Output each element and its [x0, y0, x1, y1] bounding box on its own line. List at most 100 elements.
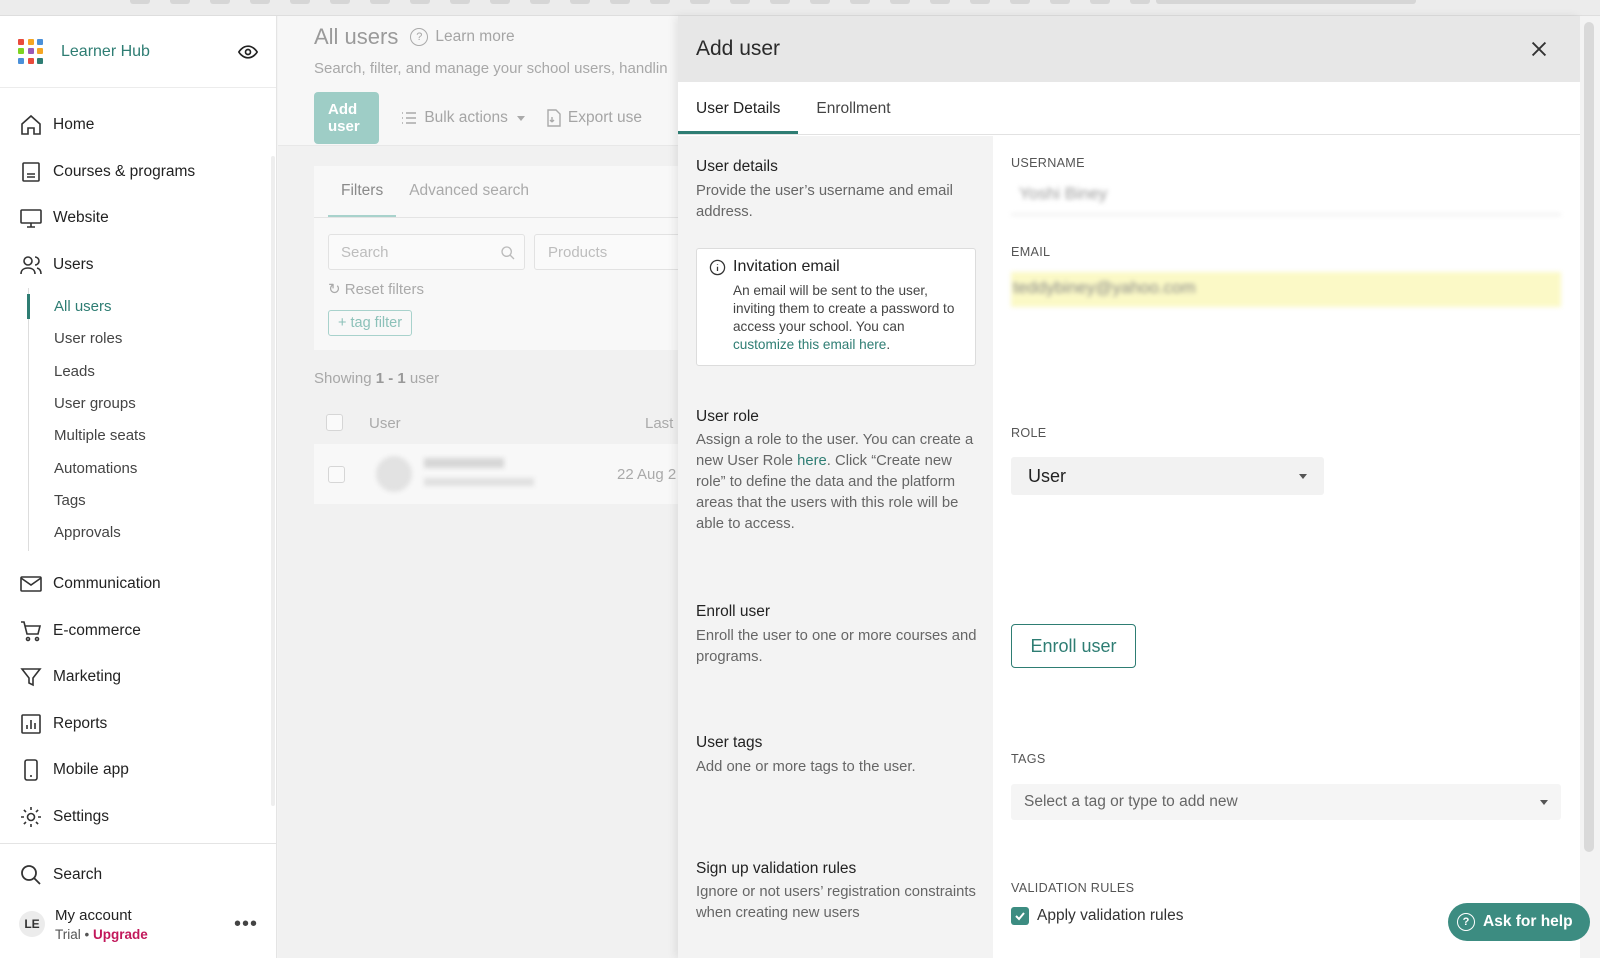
- ask-for-help-button[interactable]: ? Ask for help: [1448, 903, 1590, 941]
- add-user-button[interactable]: Add user: [314, 92, 380, 144]
- section-title-user-tags: User tags: [696, 734, 763, 751]
- export-button[interactable]: Export use: [547, 109, 642, 127]
- form-fields: USERNAME Yoshi Biney EMAIL teddybiney@ya…: [993, 136, 1580, 958]
- subnav-approvals[interactable]: Approvals: [29, 516, 276, 548]
- email-input[interactable]: teddybiney@yahoo.com: [1011, 272, 1561, 307]
- sidebar-scrollbar[interactable]: [271, 156, 275, 806]
- section-desc-validation: Ignore or not users’ registration constr…: [696, 884, 976, 921]
- courses-icon: [22, 162, 40, 182]
- subnav-user-groups[interactable]: User groups: [29, 387, 276, 419]
- subnav-automations[interactable]: Automations: [29, 452, 276, 484]
- avatar: [376, 456, 412, 492]
- section-desc-user-details: Provide the user’s username and email ad…: [696, 183, 953, 220]
- add-user-dialog: Add user User Details Enrollment User de…: [678, 16, 1580, 958]
- close-icon[interactable]: [1528, 38, 1550, 60]
- subnav-tags[interactable]: Tags: [29, 484, 276, 516]
- nav-label: Communication: [53, 575, 161, 593]
- apply-validation-label: Apply validation rules: [1037, 907, 1184, 924]
- table-header: User Last: [314, 404, 678, 442]
- nav-marketing[interactable]: Marketing: [0, 654, 276, 701]
- nav-mobile-app[interactable]: Mobile app: [0, 747, 276, 794]
- subnav-leads[interactable]: Leads: [29, 355, 276, 387]
- phone-icon: [24, 759, 38, 782]
- dialog-tabs: User Details Enrollment: [678, 82, 1580, 135]
- account-name: My account: [55, 906, 132, 924]
- nav-courses[interactable]: Courses & programs: [0, 149, 276, 196]
- section-title-user-details: User details: [696, 158, 778, 175]
- sidebar: Learner Hub Home Courses & programs Webs…: [0, 16, 277, 958]
- subnav-user-roles[interactable]: User roles: [29, 323, 276, 355]
- user-email-blurred: [424, 478, 534, 486]
- section-descriptions: User details Provide the user’s username…: [678, 136, 993, 958]
- nav-reports[interactable]: Reports: [0, 701, 276, 748]
- tab-filters[interactable]: Filters: [328, 166, 397, 217]
- username-input[interactable]: Yoshi Biney: [1011, 178, 1561, 215]
- dialog-scrollbar[interactable]: [1580, 16, 1600, 958]
- reset-filters-button[interactable]: ↻ Reset filters: [328, 280, 424, 298]
- chevron-down-icon: [1299, 473, 1307, 479]
- scrollbar-thumb[interactable]: [1584, 22, 1594, 852]
- users-subnav: All users User roles Leads User groups M…: [27, 288, 276, 551]
- customize-email-link[interactable]: customize this email here: [733, 337, 886, 352]
- account-menu[interactable]: LE My account Trial • Upgrade •••: [0, 899, 277, 950]
- col-last: Last: [645, 415, 674, 432]
- invitation-title: Invitation email: [733, 258, 840, 275]
- products-filter[interactable]: Products: [534, 234, 678, 270]
- tab-user-details[interactable]: User Details: [678, 82, 799, 134]
- mail-icon: [20, 576, 42, 592]
- table-row[interactable]: 22 Aug 2: [314, 444, 678, 504]
- funnel-icon: [20, 668, 42, 687]
- refresh-icon: ↻: [328, 281, 341, 298]
- section-desc-user-tags: Add one or more tags to the user.: [696, 759, 916, 775]
- bulk-actions-button[interactable]: Bulk actions: [401, 109, 525, 127]
- nav-home[interactable]: Home: [0, 102, 276, 149]
- page-title: All users: [314, 24, 399, 49]
- role-select[interactable]: User: [1011, 457, 1324, 495]
- invitation-text: An email will be sent to the user, invit…: [733, 283, 955, 334]
- help-circle-icon: ?: [1457, 913, 1475, 931]
- sidebar-bottom: Search LE My account Trial • Upgrade •••: [0, 843, 277, 950]
- apply-validation-checkbox[interactable]: [1011, 907, 1029, 925]
- filter-search-input[interactable]: Search: [328, 234, 525, 270]
- nav-ecommerce[interactable]: E-commerce: [0, 607, 276, 654]
- nav-settings[interactable]: Settings: [0, 794, 276, 841]
- nav-label: Users: [53, 256, 94, 274]
- invitation-email-notice: Invitation email An email will be sent t…: [696, 248, 976, 366]
- upgrade-link[interactable]: Upgrade: [93, 927, 148, 942]
- learn-more-link[interactable]: ? Learn more: [410, 28, 515, 46]
- chart-icon: [21, 714, 41, 734]
- account-plan: Trial • Upgrade: [55, 926, 148, 942]
- tags-label: TAGS: [1011, 752, 1046, 766]
- create-role-link[interactable]: here: [797, 453, 827, 469]
- subnav-multiple-seats[interactable]: Multiple seats: [29, 420, 276, 452]
- section-title-user-role: User role: [696, 408, 759, 425]
- search-icon: [501, 246, 515, 260]
- select-all-checkbox[interactable]: [326, 414, 343, 431]
- nav-users[interactable]: Users: [0, 242, 276, 289]
- enroll-user-button[interactable]: Enroll user: [1011, 624, 1136, 668]
- username-label: USERNAME: [1011, 156, 1085, 170]
- apply-validation-checkbox-row[interactable]: Apply validation rules: [1011, 907, 1183, 925]
- chevron-down-icon: [516, 115, 525, 121]
- brand-header: Learner Hub: [0, 16, 276, 88]
- page-subtitle: Search, filter, and manage your school u…: [314, 60, 668, 77]
- subnav-all-users[interactable]: All users: [27, 290, 276, 322]
- row-checkbox[interactable]: [328, 466, 345, 483]
- cart-icon: [21, 620, 42, 641]
- nav-communication[interactable]: Communication: [0, 561, 276, 608]
- tab-advanced-search[interactable]: Advanced search: [396, 166, 542, 217]
- nav-website[interactable]: Website: [0, 195, 276, 242]
- user-name-blurred: [424, 458, 504, 468]
- tag-filter-button[interactable]: + tag filter: [328, 310, 413, 336]
- users-icon: [20, 256, 42, 275]
- nav-label: Mobile app: [53, 761, 129, 779]
- tags-select[interactable]: Select a tag or type to add new: [1011, 784, 1561, 820]
- tab-enrollment[interactable]: Enrollment: [798, 82, 908, 134]
- eye-icon[interactable]: [238, 42, 258, 62]
- plan-label: Trial: [55, 926, 81, 942]
- section-title-validation: Sign up validation rules: [696, 860, 857, 877]
- nav-search[interactable]: Search: [0, 852, 277, 899]
- nav-label: Website: [53, 209, 109, 227]
- more-options-icon[interactable]: •••: [234, 913, 258, 936]
- main-nav: Home Courses & programs Website Users Al…: [0, 88, 276, 840]
